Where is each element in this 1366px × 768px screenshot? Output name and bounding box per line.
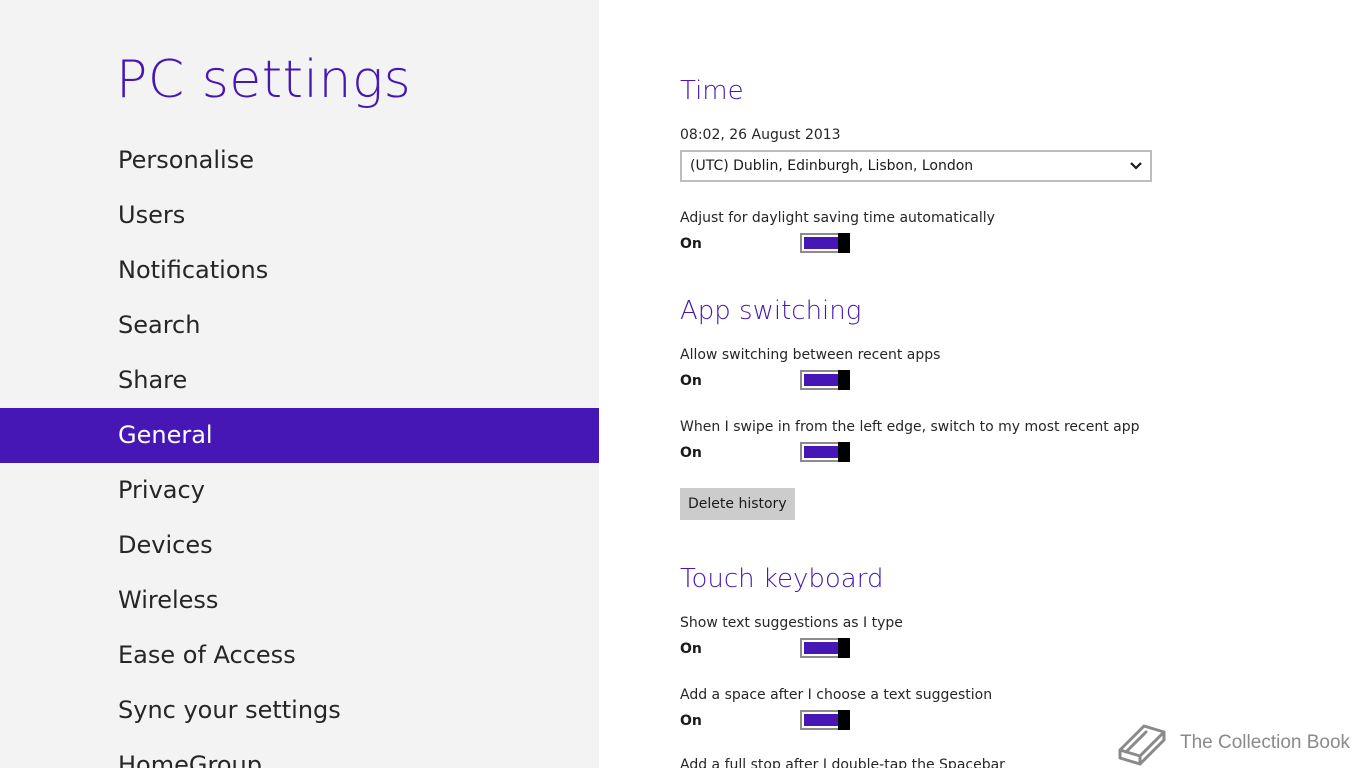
settings-content: Time 08:02, 26 August 2013 (UTC) Dublin,…: [680, 0, 1360, 768]
nav-pane: PC settings Personalise Users Notificati…: [0, 0, 599, 768]
delete-history-button[interactable]: Delete history: [680, 488, 795, 520]
daylight-saving-toggle[interactable]: [800, 233, 850, 253]
toggle-fill: [804, 642, 838, 654]
toggle-thumb: [838, 710, 850, 730]
chevron-down-icon: [1130, 162, 1142, 170]
watermark: The Collection Book: [1114, 718, 1359, 766]
page-title: PC settings: [116, 50, 412, 110]
nav-item-share[interactable]: Share: [0, 353, 599, 408]
text-suggestions-state: On: [680, 641, 702, 657]
timezone-dropdown[interactable]: (UTC) Dublin, Edinburgh, Lisbon, London: [680, 150, 1152, 182]
toggle-thumb: [838, 233, 850, 253]
touch-keyboard-heading: Touch keyboard: [680, 564, 884, 594]
toggle-fill: [804, 446, 838, 458]
nav-item-general[interactable]: General: [0, 408, 599, 463]
nav-item-search[interactable]: Search: [0, 298, 599, 353]
nav-list: Personalise Users Notifications Search S…: [0, 133, 599, 768]
book-icon: [1118, 724, 1166, 766]
swipe-switch-state: On: [680, 445, 702, 461]
nav-item-users[interactable]: Users: [0, 188, 599, 243]
toggle-thumb: [838, 370, 850, 390]
app-switching-heading: App switching: [680, 296, 862, 326]
daylight-saving-state: On: [680, 236, 702, 252]
add-space-label: Add a space after I choose a text sugges…: [680, 687, 993, 703]
toggle-thumb: [838, 442, 850, 462]
allow-switching-toggle[interactable]: [800, 370, 850, 390]
swipe-switch-label: When I swipe in from the left edge, swit…: [680, 419, 1140, 435]
nav-item-personalise[interactable]: Personalise: [0, 133, 599, 188]
allow-switching-state: On: [680, 373, 702, 389]
pc-settings-window: PC settings Personalise Users Notificati…: [0, 0, 1366, 768]
nav-item-ease-of-access[interactable]: Ease of Access: [0, 628, 599, 683]
daylight-saving-label: Adjust for daylight saving time automati…: [680, 210, 995, 226]
nav-item-sync-your-settings[interactable]: Sync your settings: [0, 683, 599, 738]
time-heading: Time: [680, 76, 744, 106]
text-suggestions-toggle[interactable]: [800, 638, 850, 658]
nav-item-homegroup[interactable]: HomeGroup: [0, 738, 599, 768]
swipe-switch-toggle[interactable]: [800, 442, 850, 462]
toggle-fill: [804, 714, 838, 726]
nav-item-privacy[interactable]: Privacy: [0, 463, 599, 518]
watermark-text: The Collection Book: [1180, 732, 1351, 753]
nav-item-devices[interactable]: Devices: [0, 518, 599, 573]
nav-item-notifications[interactable]: Notifications: [0, 243, 599, 298]
current-time-text: 08:02, 26 August 2013: [680, 127, 841, 143]
toggle-fill: [804, 237, 838, 249]
toggle-thumb: [838, 638, 850, 658]
nav-item-wireless[interactable]: Wireless: [0, 573, 599, 628]
timezone-value: (UTC) Dublin, Edinburgh, Lisbon, London: [690, 158, 974, 174]
allow-switching-label: Allow switching between recent apps: [680, 347, 941, 363]
add-space-state: On: [680, 713, 702, 729]
full-stop-label: Add a full stop after I double-tap the S…: [680, 757, 1005, 768]
add-space-toggle[interactable]: [800, 710, 850, 730]
text-suggestions-label: Show text suggestions as I type: [680, 615, 903, 631]
toggle-fill: [804, 374, 838, 386]
